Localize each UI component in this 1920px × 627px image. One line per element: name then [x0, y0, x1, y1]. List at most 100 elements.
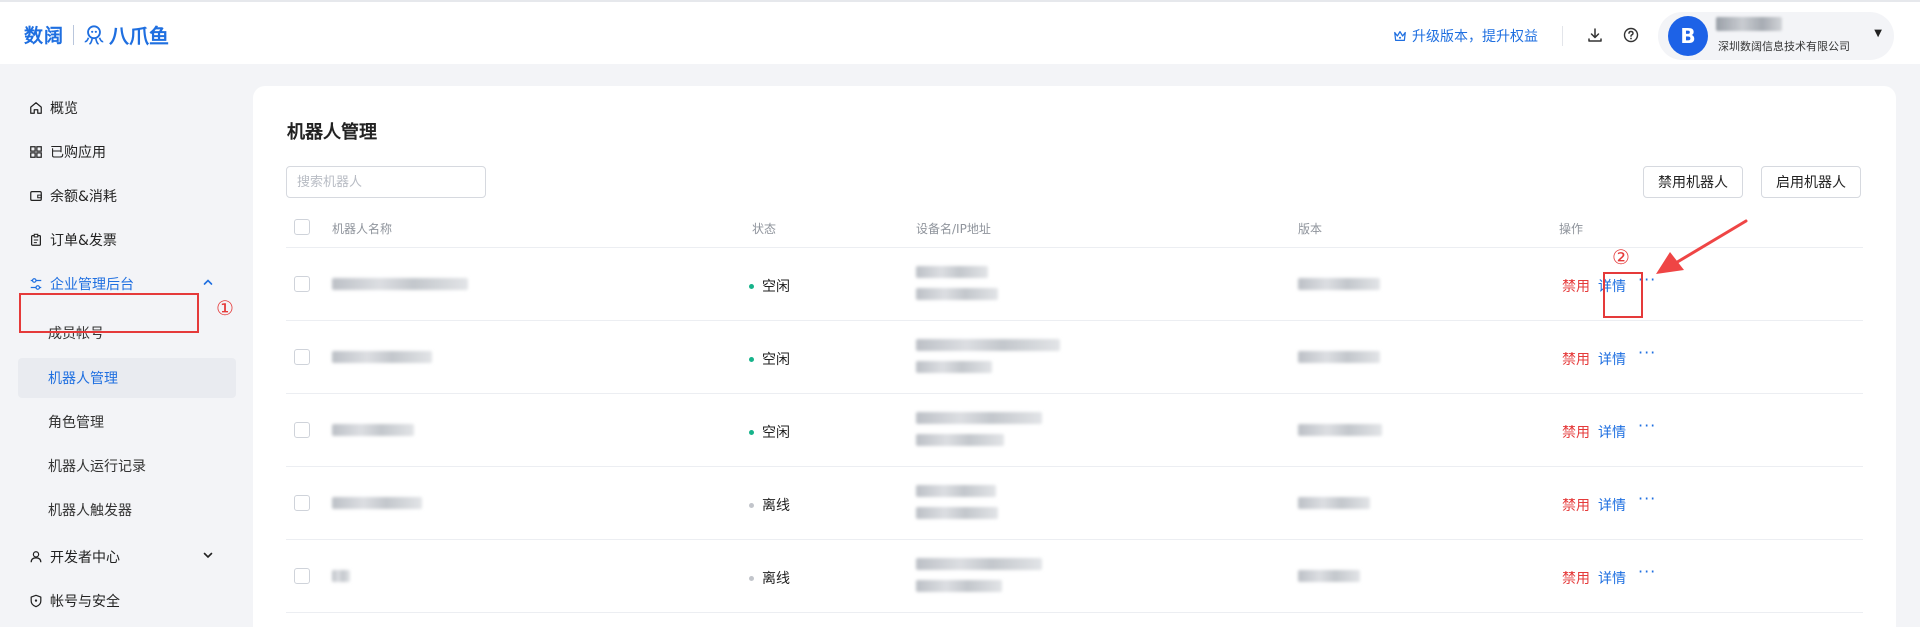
- disable-action-link[interactable]: 禁用: [1562, 349, 1590, 369]
- logo-text-shukuo: 数阔: [24, 25, 65, 47]
- device-name-redacted: [916, 339, 1060, 351]
- table-row: 空闲 禁用 详情 ···: [286, 394, 1863, 467]
- download-icon: [1588, 28, 1602, 42]
- sidebar-subitem-label: 机器人触发器: [48, 503, 132, 519]
- sidebar-subitem-robot-run-logs[interactable]: 机器人运行记录: [48, 446, 146, 486]
- device-name-redacted: [916, 266, 988, 278]
- status-label: 空闲: [762, 425, 790, 441]
- column-header-version: 版本: [1298, 222, 1323, 236]
- top-header: 数阔 八爪鱼 升级版本，提升权益 B 深圳数阔信息技术有限公司 ▼: [0, 0, 1920, 64]
- sidebar-item-account-security[interactable]: 帐号与安全: [28, 579, 120, 623]
- ip-address-redacted: [916, 288, 998, 300]
- row-checkbox[interactable]: [294, 568, 310, 584]
- detail-action-link[interactable]: 详情: [1598, 568, 1626, 588]
- sidebar-item-label: 已购应用: [50, 145, 106, 161]
- device-name-redacted: [916, 485, 996, 497]
- table-row: 离线 禁用 详情 ···: [286, 540, 1863, 613]
- sidebar-subitem-robot-management[interactable]: 机器人管理: [48, 358, 118, 398]
- upgrade-link[interactable]: 升级版本，提升权益: [1393, 26, 1538, 46]
- status-badge: 离线: [749, 495, 790, 515]
- sidebar-subitem-label: 机器人管理: [48, 371, 118, 387]
- help-button[interactable]: [1622, 26, 1640, 44]
- sidebar: 概览 已购应用 余额&消耗 订单&发票 企业管理后台 成员帐号 机器人管理 角色…: [0, 66, 252, 627]
- version-redacted: [1298, 497, 1370, 509]
- robot-name-redacted: [332, 424, 414, 436]
- user-menu[interactable]: B 深圳数阔信息技术有限公司 ▼: [1658, 12, 1894, 60]
- home-icon: [28, 100, 44, 116]
- version-redacted: [1298, 424, 1382, 436]
- sidebar-item-label: 企业管理后台: [50, 277, 134, 293]
- clipboard-icon: [28, 232, 44, 248]
- enable-robot-button[interactable]: 启用机器人: [1761, 166, 1861, 198]
- user-company: 深圳数阔信息技术有限公司: [1718, 40, 1850, 53]
- settings-sliders-icon: [28, 276, 44, 292]
- version-redacted: [1298, 570, 1360, 582]
- detail-action-link[interactable]: 详情: [1598, 422, 1626, 442]
- download-button[interactable]: [1586, 26, 1604, 44]
- row-checkbox[interactable]: [294, 276, 310, 292]
- help-icon: [1623, 27, 1639, 43]
- disable-robot-button[interactable]: 禁用机器人: [1643, 166, 1743, 198]
- sidebar-item-label: 订单&发票: [50, 233, 117, 249]
- status-badge: 空闲: [749, 276, 790, 296]
- device-name-redacted: [916, 558, 1042, 570]
- avatar: B: [1668, 16, 1708, 56]
- row-checkbox[interactable]: [294, 349, 310, 365]
- version-redacted: [1298, 278, 1380, 290]
- ip-address-redacted: [916, 434, 1004, 446]
- sidebar-subitem-label: 机器人运行记录: [48, 459, 146, 475]
- more-actions-icon[interactable]: ···: [1638, 562, 1656, 581]
- column-header-actions: 操作: [1559, 222, 1584, 236]
- logo[interactable]: 数阔 八爪鱼: [24, 20, 169, 49]
- detail-action-link[interactable]: 详情: [1598, 495, 1626, 515]
- ip-address-redacted: [916, 507, 998, 519]
- detail-action-link[interactable]: 详情: [1598, 349, 1626, 369]
- row-checkbox[interactable]: [294, 422, 310, 438]
- status-dot: [749, 283, 754, 289]
- chevron-up-icon[interactable]: [202, 276, 214, 291]
- select-all-checkbox[interactable]: [294, 219, 310, 235]
- annotation-marker-1: ①: [216, 296, 234, 320]
- disable-action-link[interactable]: 禁用: [1562, 495, 1590, 515]
- sidebar-item-developer-center[interactable]: 开发者中心: [28, 535, 120, 579]
- annotation-box-1: [19, 293, 199, 333]
- status-badge: 空闲: [749, 422, 790, 442]
- annotation-marker-2: ②: [1612, 245, 1630, 269]
- ip-address-redacted: [916, 580, 1002, 592]
- more-actions-icon[interactable]: ···: [1638, 343, 1656, 362]
- sidebar-subitem-label: 角色管理: [48, 415, 104, 431]
- version-redacted: [1298, 351, 1380, 363]
- column-header-status: 状态: [752, 222, 777, 236]
- sidebar-item-purchased-apps[interactable]: 已购应用: [28, 130, 106, 174]
- column-header-name: 机器人名称: [332, 222, 393, 236]
- sidebar-item-label: 开发者中心: [50, 550, 120, 566]
- sidebar-item-label: 概览: [50, 101, 78, 117]
- status-label: 离线: [762, 498, 790, 514]
- grid-icon: [28, 144, 44, 160]
- upgrade-label: 升级版本，提升权益: [1412, 29, 1538, 45]
- search-input[interactable]: [286, 166, 486, 198]
- sidebar-item-overview[interactable]: 概览: [28, 86, 78, 130]
- logo-separator: [73, 24, 75, 45]
- table-row: 离线 禁用 详情 ···: [286, 467, 1863, 540]
- disable-action-link[interactable]: 禁用: [1562, 568, 1590, 588]
- status-dot: [749, 575, 754, 581]
- row-checkbox[interactable]: [294, 495, 310, 511]
- sidebar-subitem-role-management[interactable]: 角色管理: [48, 402, 104, 442]
- disable-action-link[interactable]: 禁用: [1562, 276, 1590, 296]
- device-name-redacted: [916, 412, 1042, 424]
- chevron-down-icon[interactable]: [202, 549, 214, 564]
- user-name-redacted: [1716, 17, 1782, 31]
- caret-down-icon: ▼: [1874, 28, 1882, 39]
- header-divider: [1562, 26, 1563, 46]
- status-label: 空闲: [762, 352, 790, 368]
- column-header-device: 设备名/IP地址: [916, 222, 991, 236]
- sidebar-item-orders[interactable]: 订单&发票: [28, 218, 117, 262]
- sidebar-item-balance[interactable]: 余额&消耗: [28, 174, 117, 218]
- wallet-icon: [28, 188, 44, 204]
- more-actions-icon[interactable]: ···: [1638, 416, 1656, 435]
- sidebar-subitem-robot-triggers[interactable]: 机器人触发器: [48, 490, 132, 530]
- more-actions-icon[interactable]: ···: [1638, 489, 1656, 508]
- disable-action-link[interactable]: 禁用: [1562, 422, 1590, 442]
- status-label: 空闲: [762, 279, 790, 295]
